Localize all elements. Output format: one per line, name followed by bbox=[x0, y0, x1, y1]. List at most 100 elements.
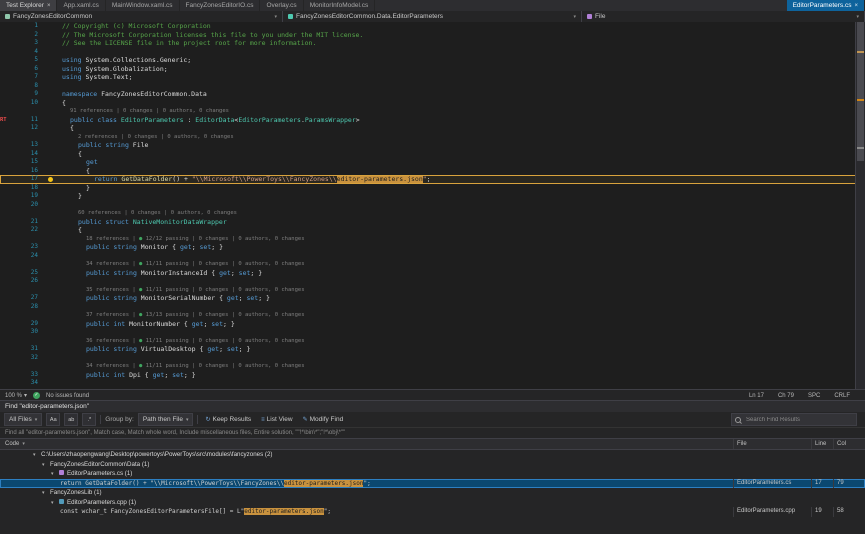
gutter-glyph[interactable] bbox=[0, 124, 12, 133]
find-results-searchbox[interactable] bbox=[731, 413, 857, 426]
code-line[interactable]: 31public string VirtualDesktop { get; se… bbox=[0, 345, 865, 354]
gutter-glyph[interactable] bbox=[0, 175, 12, 184]
code-line[interactable]: 7using System.Text; bbox=[0, 73, 865, 82]
code-filter-dropdown[interactable]: Code ▾ bbox=[0, 439, 25, 449]
gutter-glyph[interactable] bbox=[0, 226, 12, 235]
code-line[interactable]: RT11public class EditorParameters : Edit… bbox=[0, 116, 865, 125]
zoom-control[interactable]: 100 % ▾ bbox=[5, 392, 27, 399]
gutter-glyph[interactable] bbox=[0, 99, 12, 108]
list-view-button[interactable]: ≡ List View bbox=[258, 414, 295, 425]
lightbulb-icon[interactable] bbox=[48, 177, 53, 182]
find-result-row[interactable]: return GetDataFolder() + "\\Microsoft\\P… bbox=[0, 479, 865, 489]
code-line[interactable]: 17return GetDataFolder() + "\\Microsoft\… bbox=[0, 175, 865, 184]
scrollbar-thumb[interactable] bbox=[857, 22, 864, 161]
gutter-glyph[interactable] bbox=[0, 39, 12, 48]
codelens-row[interactable]: 60 references | 0 changes | 0 authors, 0… bbox=[0, 209, 865, 218]
gutter-glyph[interactable] bbox=[0, 48, 12, 57]
find-result-row[interactable]: const wchar_t FancyZonesEditorParameters… bbox=[0, 507, 865, 517]
gutter-glyph[interactable] bbox=[0, 337, 12, 346]
code-line[interactable]: 13public string File bbox=[0, 141, 865, 150]
gutter-glyph[interactable] bbox=[0, 354, 12, 363]
gutter-glyph[interactable] bbox=[0, 379, 12, 388]
column-header-col[interactable]: Col bbox=[833, 439, 859, 449]
type-dropdown[interactable]: FancyZonesEditorCommon.Data.EditorParame… bbox=[283, 11, 582, 22]
gutter-glyph[interactable] bbox=[0, 22, 12, 31]
gutter-glyph[interactable] bbox=[0, 362, 12, 371]
code-line[interactable]: 32 bbox=[0, 354, 865, 363]
match-case-icon[interactable]: Aa bbox=[46, 413, 60, 426]
gutter-glyph[interactable] bbox=[0, 303, 12, 312]
tab-editorparameters-cs[interactable]: EditorParameters.cs× bbox=[787, 0, 865, 11]
close-icon[interactable]: × bbox=[47, 3, 51, 9]
modify-find-button[interactable]: ✎ Modify Find bbox=[300, 414, 347, 425]
codelens-row[interactable]: 37 references | ● 13/13 passing | 0 chan… bbox=[0, 311, 865, 320]
code-line[interactable]: 34 bbox=[0, 379, 865, 388]
codelens-row[interactable]: 34 references | ● 11/11 passing | 0 chan… bbox=[0, 362, 865, 371]
codelens-row[interactable]: 34 references | ● 11/11 passing | 0 chan… bbox=[0, 260, 865, 269]
code-line[interactable]: 15get bbox=[0, 158, 865, 167]
gutter-glyph[interactable] bbox=[0, 141, 12, 150]
test-status-badge[interactable]: RT bbox=[0, 116, 12, 125]
find-group-row[interactable]: ▾C:\Users\zhaopengwang\Desktop\powertoys… bbox=[0, 450, 865, 460]
gutter-glyph[interactable] bbox=[0, 235, 12, 244]
group-by-dropdown[interactable]: Path then File ▾ bbox=[138, 413, 194, 426]
regex-icon[interactable]: .* bbox=[82, 413, 96, 426]
project-dropdown[interactable]: FancyZonesEditorCommon ▾ bbox=[0, 11, 283, 22]
code-line[interactable]: 21public struct NativeMonitorDataWrapper bbox=[0, 218, 865, 227]
gutter-glyph[interactable] bbox=[0, 209, 12, 218]
keep-results-button[interactable]: ↻ Keep Results bbox=[202, 414, 254, 425]
gutter-glyph[interactable] bbox=[0, 150, 12, 159]
code-line[interactable]: 26 bbox=[0, 277, 865, 286]
column-header-line[interactable]: Line bbox=[811, 439, 833, 449]
gutter-glyph[interactable] bbox=[0, 82, 12, 91]
gutter-glyph[interactable] bbox=[0, 133, 12, 142]
gutter-glyph[interactable] bbox=[0, 90, 12, 99]
tab-overlay-cs[interactable]: Overlay.cs bbox=[260, 0, 303, 11]
gutter-glyph[interactable] bbox=[0, 56, 12, 65]
code-line[interactable]: 19} bbox=[0, 192, 865, 201]
gutter-glyph[interactable] bbox=[0, 201, 12, 210]
codelens-row[interactable]: 91 references | 0 changes | 0 authors, 0… bbox=[0, 107, 865, 116]
tab-test-explorer[interactable]: Test Explorer× bbox=[0, 0, 57, 11]
find-group-row[interactable]: ▾FancyZonesLib (1) bbox=[0, 488, 865, 498]
gutter-glyph[interactable] bbox=[0, 73, 12, 82]
health-status[interactable]: No issues found bbox=[46, 393, 89, 399]
gutter-glyph[interactable] bbox=[0, 311, 12, 320]
code-line[interactable]: 30 bbox=[0, 328, 865, 337]
gutter-glyph[interactable] bbox=[0, 277, 12, 286]
tab-fancyzoneseditorio-cs[interactable]: FancyZonesEditorIO.cs bbox=[180, 0, 261, 11]
gutter-glyph[interactable] bbox=[0, 192, 12, 201]
code-line[interactable]: 8 bbox=[0, 82, 865, 91]
gutter-glyph[interactable] bbox=[0, 252, 12, 261]
search-input[interactable] bbox=[744, 416, 853, 424]
code-editor[interactable]: 1// Copyright (c) Microsoft Corporation2… bbox=[0, 22, 865, 389]
gutter-glyph[interactable] bbox=[0, 371, 12, 380]
gutter-glyph[interactable] bbox=[0, 218, 12, 227]
gutter-glyph[interactable] bbox=[0, 158, 12, 167]
codelens-row[interactable]: 36 references | ● 11/11 passing | 0 chan… bbox=[0, 337, 865, 346]
gutter-glyph[interactable] bbox=[0, 65, 12, 74]
code-line[interactable]: 29public int MonitorNumber { get; set; } bbox=[0, 320, 865, 329]
gutter-glyph[interactable] bbox=[0, 167, 12, 176]
editor-vscrollbar[interactable] bbox=[855, 22, 865, 389]
code-line[interactable]: 14{ bbox=[0, 150, 865, 159]
code-line[interactable]: 2// The Microsoft Corporation licenses t… bbox=[0, 31, 865, 40]
column-header-file[interactable]: File bbox=[733, 439, 811, 449]
close-icon[interactable]: × bbox=[854, 3, 858, 9]
find-group-row[interactable]: ▾FancyZonesEditorCommon\Data (1) bbox=[0, 460, 865, 470]
gutter-glyph[interactable] bbox=[0, 184, 12, 193]
gutter-glyph[interactable] bbox=[0, 243, 12, 252]
gutter-glyph[interactable] bbox=[0, 328, 12, 337]
codelens-row[interactable]: 2 references | 0 changes | 0 authors, 0 … bbox=[0, 133, 865, 142]
find-group-row[interactable]: ▾EditorParameters.cs (1) bbox=[0, 469, 865, 479]
code-line[interactable]: 33public int Dpi { get; set; } bbox=[0, 371, 865, 380]
code-line[interactable]: 1// Copyright (c) Microsoft Corporation bbox=[0, 22, 865, 31]
gutter-glyph[interactable] bbox=[0, 31, 12, 40]
code-line[interactable]: 3// See the LICENSE file in the project … bbox=[0, 39, 865, 48]
member-dropdown[interactable]: File ▾ bbox=[582, 11, 865, 22]
code-line[interactable]: 12{ bbox=[0, 124, 865, 133]
code-line[interactable]: 5using System.Collections.Generic; bbox=[0, 56, 865, 65]
code-line[interactable]: 24 bbox=[0, 252, 865, 261]
gutter-glyph[interactable] bbox=[0, 269, 12, 278]
scope-dropdown[interactable]: All Files ▾ bbox=[4, 413, 42, 426]
